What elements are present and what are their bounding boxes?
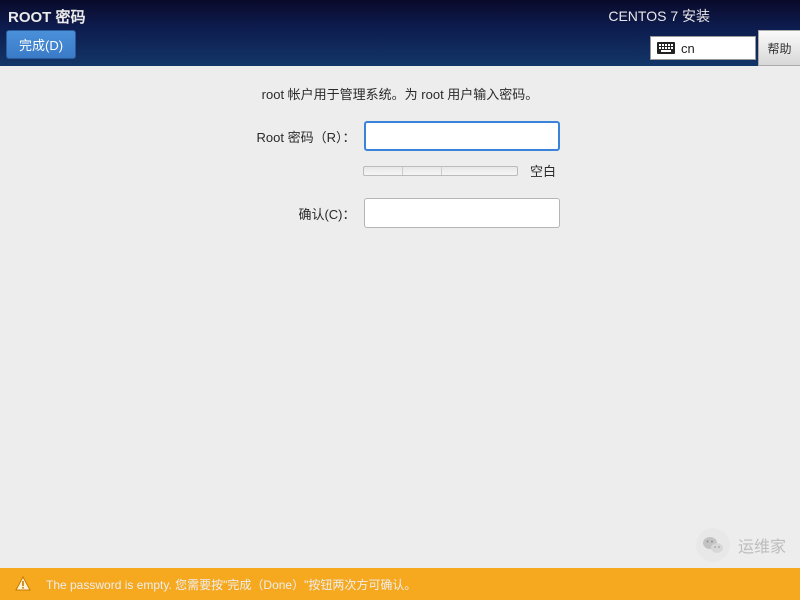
password-strength-text: 空白 xyxy=(530,161,560,180)
root-password-input[interactable] xyxy=(364,121,560,151)
warning-message: The password is empty. 您需要按"完成（Done）"按钮两… xyxy=(46,576,416,593)
description-text: root 帐户用于管理系统。为 root 用户输入密码。 xyxy=(0,84,800,103)
watermark: 运维家 xyxy=(696,528,786,562)
keyboard-layout-indicator[interactable]: cn xyxy=(650,36,756,60)
done-button[interactable]: 完成(D) xyxy=(6,30,76,59)
warning-bar: The password is empty. 您需要按"完成（Done）"按钮两… xyxy=(0,568,800,600)
keyboard-icon xyxy=(657,42,675,54)
password-strength-bar xyxy=(363,166,518,176)
page-title: ROOT 密码 xyxy=(8,6,86,27)
warning-icon xyxy=(14,575,32,593)
installer-title: CENTOS 7 安装 xyxy=(608,6,710,26)
confirm-password-input[interactable] xyxy=(364,198,560,228)
keyboard-layout-label: cn xyxy=(681,41,695,56)
watermark-text: 运维家 xyxy=(738,533,786,557)
password-label: Root 密码（R）： xyxy=(241,127,356,146)
confirm-label: 确认(C)： xyxy=(241,204,356,223)
wechat-icon xyxy=(696,528,730,562)
help-button[interactable]: 帮助 xyxy=(758,30,800,66)
